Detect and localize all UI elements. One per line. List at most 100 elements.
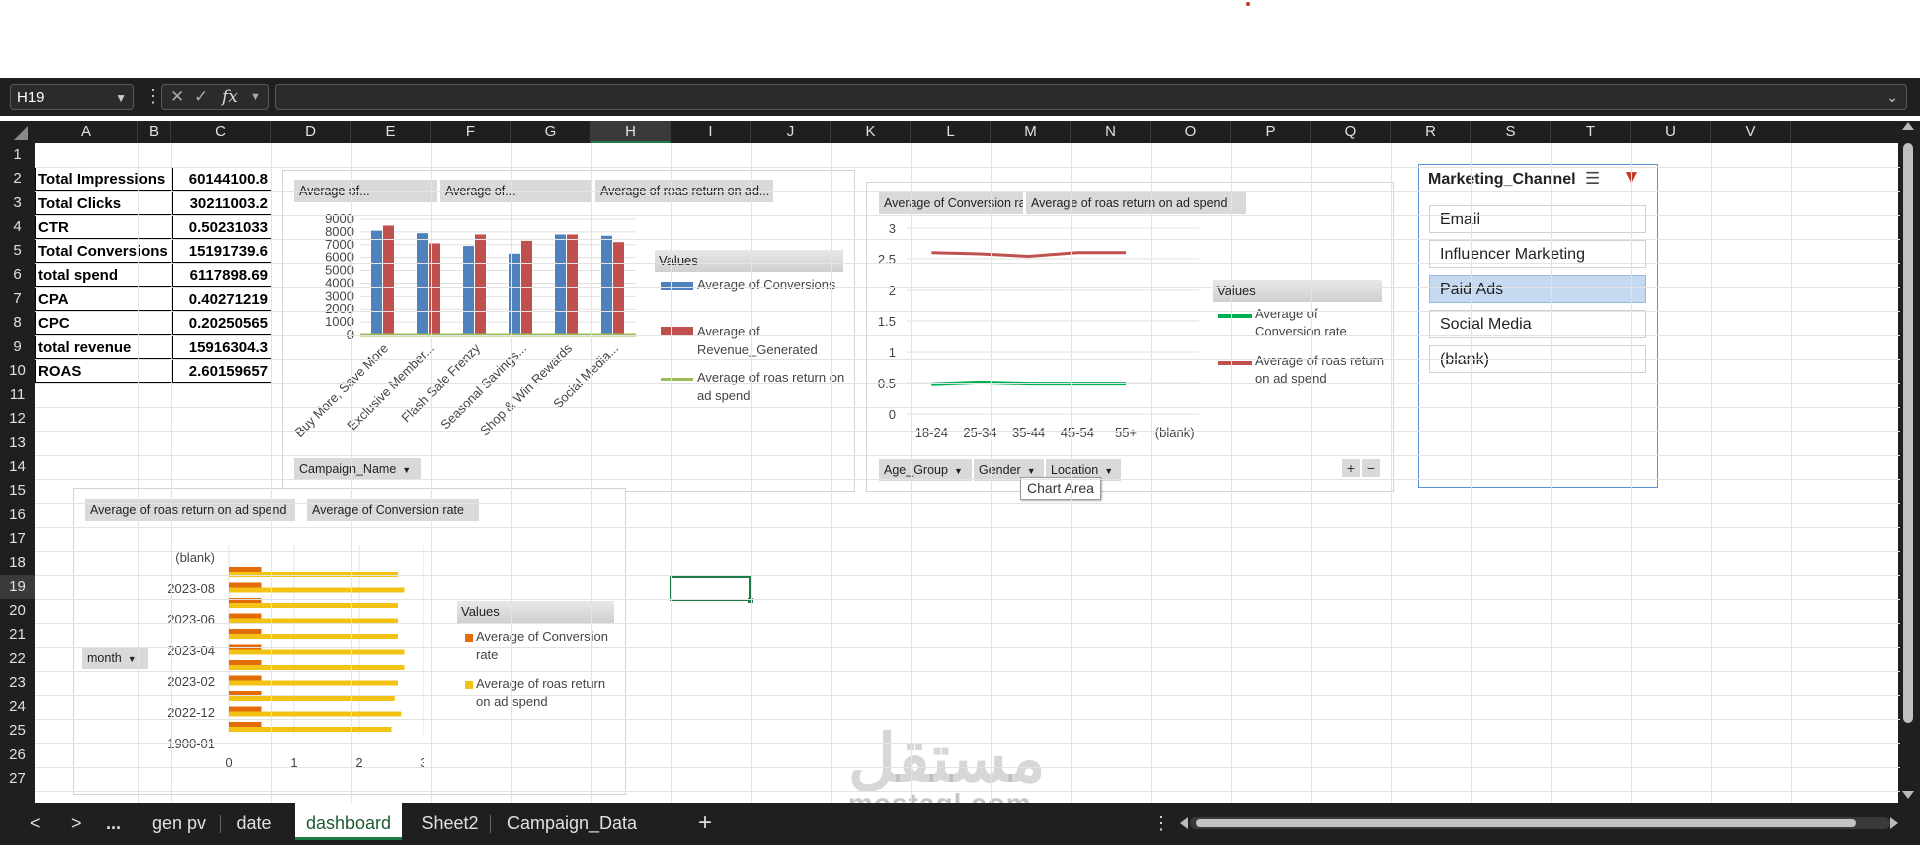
column-header-i[interactable]: I [671,121,751,143]
column-header-j[interactable]: J [751,121,831,143]
scroll-up-icon[interactable] [1902,122,1914,130]
kpi-value[interactable]: 0.40271219 [172,287,272,311]
column-header-o[interactable]: O [1151,121,1231,143]
row-header-22[interactable]: 22 [0,647,35,671]
kpi-value[interactable]: 6117898.69 [172,263,272,287]
chevron-down-icon[interactable]: ▼ [250,85,261,109]
next-sheet-button[interactable]: > [71,803,82,843]
kpi-label[interactable]: Total Clicks [35,191,173,215]
row-header-9[interactable]: 9 [0,335,35,359]
collapse-field-button[interactable]: − [1362,459,1380,477]
kpi-label[interactable]: total spend [35,263,173,287]
row-header-25[interactable]: 25 [0,719,35,743]
kpi-value[interactable]: 60144100.8 [172,167,272,191]
column-header-l[interactable]: L [911,121,991,143]
slicer-item[interactable]: Paid Ads [1429,275,1646,303]
sheet-tab-sheet2[interactable]: Sheet2 [410,803,490,843]
select-all-corner[interactable] [14,126,28,140]
multi-select-icon[interactable]: ☰ [1585,169,1600,189]
kpi-label[interactable]: CPC [35,311,173,335]
column-header-m[interactable]: M [991,121,1071,143]
row-header-14[interactable]: 14 [0,455,35,479]
row-header-8[interactable]: 8 [0,311,35,335]
row-header-3[interactable]: 3 [0,191,35,215]
kpi-value[interactable]: 30211003.2 [172,191,272,215]
chevron-down-icon[interactable]: ▼ [115,85,127,111]
marketing-channel-slicer[interactable]: Marketing_Channel ☰ ▼ EmailInfluencer Ma… [1418,164,1658,488]
name-box[interactable]: H19 ▼ [10,84,134,110]
scroll-right-icon[interactable] [1890,817,1898,829]
kpi-label[interactable]: CPA [35,287,173,311]
campaign-bar-chart[interactable]: Average of... Average of... Average of r… [282,170,855,492]
more-sheets-button[interactable]: ... [106,803,121,843]
kpi-label[interactable]: total revenue [35,335,173,359]
enter-icon[interactable]: ✓ [194,85,208,109]
kpi-value[interactable]: 2.60159657 [172,359,272,383]
row-header-2[interactable]: 2 [0,167,35,191]
sheet-tab-dashboard[interactable]: dashboard [295,803,402,840]
slicer-item[interactable]: Social Media [1429,310,1646,338]
column-header-g[interactable]: G [511,121,591,143]
row-header-24[interactable]: 24 [0,695,35,719]
row-header-17[interactable]: 17 [0,527,35,551]
column-header-q[interactable]: Q [1311,121,1391,143]
sheet-tab-campaign-data[interactable]: Campaign_Data [496,803,648,843]
row-header-16[interactable]: 16 [0,503,35,527]
column-header-p[interactable]: P [1231,121,1311,143]
horizontal-scroll-thumb[interactable] [1196,819,1856,827]
row-header-21[interactable]: 21 [0,623,35,647]
row-header-5[interactable]: 5 [0,239,35,263]
column-header-d[interactable]: D [271,121,351,143]
row-header-18[interactable]: 18 [0,551,35,575]
column-header-b[interactable]: B [138,121,171,143]
expand-formula-icon[interactable]: ⌄ [1886,85,1898,109]
column-header-n[interactable]: N [1071,121,1151,143]
column-header-a[interactable]: A [35,121,138,143]
prev-sheet-button[interactable]: < [30,803,41,843]
sheet-tab-gen-pv[interactable]: gen pv [138,803,220,843]
kpi-label[interactable]: ROAS [35,359,173,383]
row-header-11[interactable]: 11 [0,383,35,407]
age-group-field-button[interactable]: Age_Group ▼ [879,459,972,481]
value-field-button-1[interactable]: Average of Conversion rate [879,192,1023,214]
row-header-7[interactable]: 7 [0,287,35,311]
column-header-s[interactable]: S [1471,121,1551,143]
column-header-k[interactable]: K [831,121,911,143]
row-header-15[interactable]: 15 [0,479,35,503]
kpi-value[interactable]: 15191739.6 [172,239,272,263]
dropdown-arrow-icon[interactable]: ▼ [128,648,137,669]
column-header-r[interactable]: R [1391,121,1471,143]
active-cell[interactable] [670,576,753,603]
expand-field-button[interactable]: + [1342,459,1360,477]
row-header-13[interactable]: 13 [0,431,35,455]
row-header-12[interactable]: 12 [0,407,35,431]
kpi-label[interactable]: Total Impressions [35,167,173,191]
row-header-10[interactable]: 10 [0,359,35,383]
axis-field-button[interactable]: Campaign_Name ▼ [294,458,421,480]
column-header-v[interactable]: V [1711,121,1791,143]
row-header-23[interactable]: 23 [0,671,35,695]
kpi-label[interactable]: Total Conversions [35,239,173,263]
dropdown-arrow-icon[interactable]: ▼ [954,460,963,481]
column-header-t[interactable]: T [1551,121,1631,143]
dropdown-arrow-icon[interactable]: ▼ [1104,460,1113,481]
column-header-u[interactable]: U [1631,121,1711,143]
kpi-value[interactable]: 0.50231033 [172,215,272,239]
row-header-27[interactable]: 27 [0,767,35,791]
row-header-19[interactable]: 19 [0,575,35,599]
month-horizontal-bar-chart[interactable]: Average of roas return on ad spend Avera… [73,488,626,795]
row-header-4[interactable]: 4 [0,215,35,239]
formula-bar-menu-icon[interactable]: ⋮ [144,86,162,107]
row-header-6[interactable]: 6 [0,263,35,287]
row-header-20[interactable]: 20 [0,599,35,623]
column-header-c[interactable]: C [171,121,271,143]
dropdown-arrow-icon[interactable]: ▼ [402,459,411,480]
sheet-options-button[interactable]: ⋮ [1152,803,1170,843]
kpi-value[interactable]: 15916304.3 [172,335,272,359]
cell-grid[interactable] [0,0,1,1]
age-group-line-chart[interactable]: Average of Conversion rate Average of ro… [866,182,1394,492]
vertical-scroll-thumb[interactable] [1903,143,1913,723]
slicer-item[interactable]: Email [1429,205,1646,233]
row-header-1[interactable]: 1 [0,143,35,167]
row-header-26[interactable]: 26 [0,743,35,767]
